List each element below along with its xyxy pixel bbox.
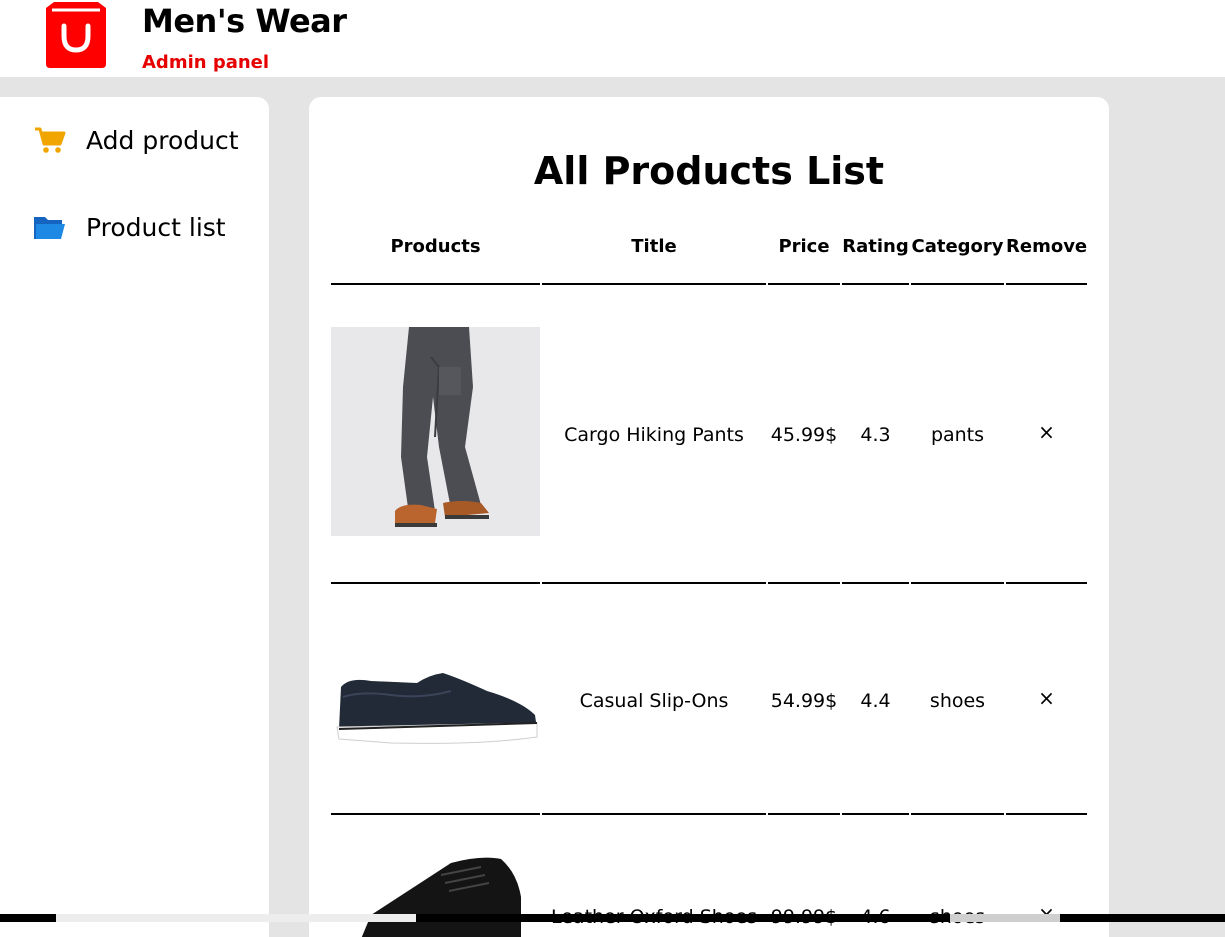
column-header-rating: Rating xyxy=(842,236,909,257)
product-category: pants xyxy=(930,424,985,446)
row-divider xyxy=(1006,813,1087,815)
product-image xyxy=(331,327,540,536)
brand-title: Men's Wear xyxy=(142,2,347,40)
remove-product-button[interactable]: × xyxy=(1006,420,1087,444)
header-divider xyxy=(1006,283,1087,285)
brand-subtitle: Admin panel xyxy=(142,52,270,73)
scrollbar-thumb[interactable] xyxy=(56,914,416,922)
column-header-title: Title xyxy=(631,236,677,257)
product-rating: 4.4 xyxy=(860,690,891,712)
cart-icon xyxy=(34,125,68,155)
header-divider xyxy=(842,283,909,285)
remove-product-button[interactable]: × xyxy=(1006,686,1087,710)
row-divider xyxy=(331,813,540,815)
product-price: 45.99$ xyxy=(770,424,838,446)
scrollbar-track-segment xyxy=(950,914,1060,922)
row-divider xyxy=(542,813,766,815)
folder-icon xyxy=(34,212,68,242)
product-title: Casual Slip-Ons xyxy=(579,690,729,712)
row-divider xyxy=(842,582,909,584)
top-bar: Men's Wear Admin panel xyxy=(0,0,1225,77)
product-image xyxy=(331,849,540,937)
product-list-panel: All Products List Products Title Price R… xyxy=(309,97,1109,937)
column-header-remove: Remove xyxy=(1006,236,1088,257)
sidebar: Add product Product list xyxy=(0,97,269,937)
header-divider xyxy=(911,283,1004,285)
header-divider xyxy=(768,283,840,285)
row-divider xyxy=(542,582,766,584)
product-rating: 4.3 xyxy=(860,424,891,446)
row-divider xyxy=(768,582,840,584)
row-divider xyxy=(1006,582,1087,584)
row-divider xyxy=(911,582,1004,584)
sidebar-item-label: Product list xyxy=(86,212,226,242)
header-divider xyxy=(331,283,540,285)
product-category: shoes xyxy=(929,690,986,712)
sidebar-item-product-list[interactable]: Product list xyxy=(34,212,226,242)
column-header-category: Category xyxy=(911,236,1004,257)
row-divider xyxy=(911,813,1004,815)
row-divider xyxy=(768,813,840,815)
product-price: 54.99$ xyxy=(770,690,838,712)
column-header-price: Price xyxy=(778,236,830,257)
shopping-bag-icon xyxy=(46,2,106,68)
row-divider xyxy=(842,813,909,815)
page-title: All Products List xyxy=(533,149,885,193)
product-image xyxy=(331,657,540,757)
sidebar-item-label: Add product xyxy=(86,125,239,155)
product-title: Cargo Hiking Pants xyxy=(564,424,744,446)
row-divider xyxy=(331,582,540,584)
header-divider xyxy=(542,283,766,285)
column-header-products: Products xyxy=(390,236,481,257)
horizontal-scrollbar[interactable] xyxy=(0,914,1225,922)
sidebar-item-add-product[interactable]: Add product xyxy=(34,125,239,155)
